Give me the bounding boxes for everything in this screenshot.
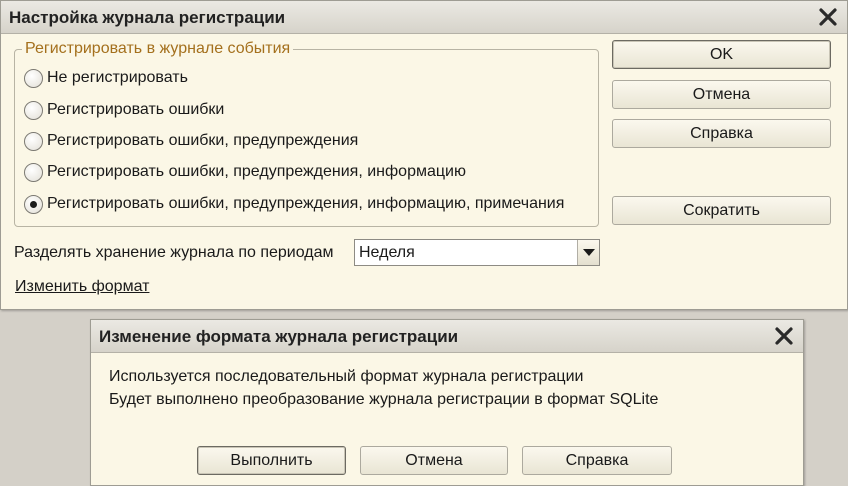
radio-option-errors[interactable]: Регистрировать ошибки bbox=[24, 98, 224, 122]
dialog-title: Изменение формата журнала регистрации bbox=[99, 327, 459, 346]
radio-selected-dot bbox=[30, 200, 37, 208]
dropdown-arrow-icon bbox=[582, 248, 595, 256]
event-registration-group: Регистрировать в журнале события Не реги… bbox=[14, 40, 599, 227]
execute-button[interactable]: Выполнить bbox=[197, 446, 346, 475]
cancel-button[interactable]: Отмена bbox=[612, 80, 831, 109]
radio-button-selected[interactable] bbox=[24, 194, 43, 214]
radio-button[interactable] bbox=[24, 131, 43, 151]
radio-label: Регистрировать ошибки, предупреждения bbox=[47, 132, 359, 149]
shrink-button[interactable]: Сократить bbox=[612, 196, 831, 225]
dialog-title: Настройка журнала регистрации bbox=[9, 8, 286, 27]
radio-option-none[interactable]: Не регистрировать bbox=[24, 66, 188, 90]
radio-label: Регистрировать ошибки, предупреждения, и… bbox=[47, 163, 466, 180]
close-icon bbox=[775, 327, 793, 345]
period-label: Разделять хранение журнала по периодам bbox=[14, 244, 334, 261]
cancel-button[interactable]: Отмена bbox=[360, 446, 508, 475]
ok-button[interactable]: OK bbox=[612, 40, 831, 69]
radio-button[interactable] bbox=[24, 162, 43, 182]
message-line-2: Будет выполнено преобразование журнала р… bbox=[109, 391, 659, 408]
radio-option-all[interactable]: Регистрировать ошибки, предупреждения, и… bbox=[24, 192, 564, 216]
group-title: Регистрировать в журнале события bbox=[22, 40, 294, 58]
message-line-1: Используется последовательный формат жур… bbox=[109, 368, 584, 385]
radio-label: Не регистрировать bbox=[47, 69, 188, 86]
title-bar: Настройка журнала регистрации bbox=[1, 1, 847, 34]
radio-label: Регистрировать ошибки, предупреждения, и… bbox=[47, 195, 565, 212]
radio-button[interactable] bbox=[24, 100, 43, 120]
help-button[interactable]: Справка bbox=[612, 119, 831, 148]
help-button[interactable]: Справка bbox=[522, 446, 672, 475]
radio-button[interactable] bbox=[24, 68, 43, 88]
change-format-link[interactable]: Изменить формат bbox=[15, 278, 149, 296]
dropdown-button[interactable] bbox=[577, 240, 599, 265]
close-icon bbox=[819, 8, 837, 26]
change-log-format-dialog: Изменение формата журнала регистрации Ис… bbox=[90, 319, 804, 486]
period-select[interactable]: Неделя bbox=[354, 239, 600, 266]
period-select-value: Неделя bbox=[359, 244, 415, 261]
close-button[interactable] bbox=[817, 6, 839, 28]
radio-label: Регистрировать ошибки bbox=[47, 101, 225, 118]
radio-option-errors-warnings[interactable]: Регистрировать ошибки, предупреждения bbox=[24, 129, 358, 153]
radio-option-errors-warnings-info[interactable]: Регистрировать ошибки, предупреждения, и… bbox=[24, 160, 466, 184]
title-bar: Изменение формата журнала регистрации bbox=[91, 320, 803, 353]
close-button[interactable] bbox=[773, 325, 795, 347]
event-log-settings-dialog: Настройка журнала регистрации Регистриро… bbox=[0, 0, 848, 310]
